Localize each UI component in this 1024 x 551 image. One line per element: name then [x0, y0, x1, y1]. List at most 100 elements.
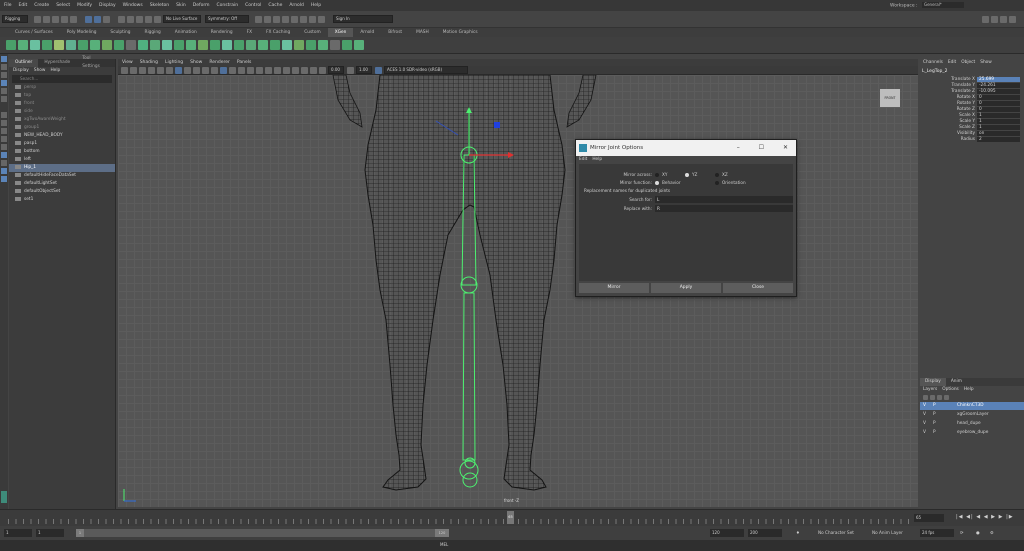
xgen-shelf-tool-29-icon[interactable]: [342, 40, 352, 50]
outliner-item[interactable]: side: [9, 108, 115, 116]
layer-name[interactable]: ChinknCT3D: [957, 402, 984, 410]
outliner-menu-display[interactable]: Display: [13, 67, 29, 74]
animation-start-field[interactable]: 1: [4, 529, 32, 537]
minimize-icon[interactable]: –: [737, 144, 740, 151]
color-management-icon[interactable]: [375, 66, 382, 74]
maximize-icon[interactable]: ☐: [759, 144, 764, 151]
current-time-indicator[interactable]: 65: [507, 511, 514, 524]
channel-menu-channels[interactable]: Channels: [923, 59, 943, 67]
outliner-layout-icon[interactable]: [1, 152, 7, 158]
xgen-shelf-tool-3-icon[interactable]: [30, 40, 40, 50]
menu-arnold[interactable]: Arnold: [289, 3, 304, 8]
xgen-shelf-tool-14-icon[interactable]: [162, 40, 172, 50]
viewport-front[interactable]: FRONT front -Z: [118, 75, 918, 507]
gamma-field[interactable]: 1.00: [356, 66, 372, 74]
xgen-shelf-tool-28-icon[interactable]: [330, 40, 340, 50]
layer-tab-display[interactable]: Display: [920, 378, 946, 386]
shelf-tab-fx[interactable]: FX: [240, 28, 259, 37]
channel-row[interactable]: Radius 2: [920, 137, 1024, 143]
xgen-shelf-tool-11-icon[interactable]: [126, 40, 136, 50]
xgen-shelf-tool-9-icon[interactable]: [102, 40, 112, 50]
snap-grid-icon[interactable]: [118, 15, 125, 23]
anim-layer-dropdown[interactable]: No Anim Layer: [872, 529, 903, 537]
xgen-shelf-tool-13-icon[interactable]: [150, 40, 160, 50]
exposure-icon[interactable]: [319, 66, 326, 74]
layer-menu-options[interactable]: Options: [942, 386, 959, 393]
outliner-item[interactable]: xgTwoAwareWeight: [9, 116, 115, 124]
outliner-item[interactable]: front: [9, 100, 115, 108]
viewport-menu-show[interactable]: Show: [190, 60, 202, 65]
scale-tool-icon[interactable]: [1, 96, 7, 102]
gate-mask-icon[interactable]: [202, 66, 209, 74]
render-frame-icon[interactable]: [273, 15, 280, 23]
current-frame-field[interactable]: 65: [914, 514, 944, 522]
dialog-titlebar[interactable]: Mirror Joint Options – ☐ ✕: [576, 140, 796, 156]
side-by-side-layout-icon[interactable]: [1, 128, 7, 134]
snap-point-icon[interactable]: [136, 15, 143, 23]
shelf-tab-sculpting[interactable]: Sculpting: [103, 28, 137, 37]
viewport-menu-lighting[interactable]: Lighting: [165, 60, 183, 65]
xgen-shelf-tool-8-icon[interactable]: [90, 40, 100, 50]
xgen-shelf-tool-7-icon[interactable]: [78, 40, 88, 50]
layer-playback-toggle[interactable]: P: [933, 429, 936, 437]
outliner-menu-show[interactable]: Show: [34, 67, 46, 74]
collapse-toolbox-icon[interactable]: [1, 491, 7, 503]
xgen-shelf-tool-25-icon[interactable]: [294, 40, 304, 50]
layer-playback-toggle[interactable]: P: [933, 420, 936, 428]
shelf-tab-bifrost[interactable]: Bifrost: [381, 28, 409, 37]
outliner-item[interactable]: set1: [9, 196, 115, 204]
channel-value-field[interactable]: 0: [977, 95, 1020, 100]
rotate-tool-icon[interactable]: [1, 88, 7, 94]
animation-end-field[interactable]: 200: [748, 529, 782, 537]
menu-help[interactable]: Help: [311, 3, 321, 8]
mirror-function-orientation-radio[interactable]: Orientation: [715, 180, 746, 185]
layer-row[interactable]: V P ChinknCT3D: [920, 402, 1024, 410]
lasso-tool-icon[interactable]: [1, 64, 7, 70]
xgen-shelf-tool-18-icon[interactable]: [210, 40, 220, 50]
channel-box-object-name[interactable]: L_LegTop_2: [920, 69, 1024, 74]
select-hierarchy-icon[interactable]: [85, 15, 92, 23]
motion-blur-icon[interactable]: [292, 66, 299, 74]
xgen-shelf-tool-26-icon[interactable]: [306, 40, 316, 50]
colorspace-dropdown[interactable]: ACES 1.0 SDR-video (sRGB): [384, 66, 468, 74]
shelf-tab-rendering[interactable]: Rendering: [204, 28, 240, 37]
outliner-tab-outliner[interactable]: Outliner: [9, 59, 39, 67]
view-cube[interactable]: FRONT: [880, 89, 900, 107]
channel-value-field[interactable]: 0: [977, 107, 1020, 112]
film-gate-icon[interactable]: [184, 66, 191, 74]
step-forward-key-icon[interactable]: |▶: [1006, 514, 1014, 520]
layer-name[interactable]: eyebrow_dupe: [957, 429, 988, 437]
channel-value-field[interactable]: 1: [977, 119, 1020, 124]
outliner-item[interactable]: persp: [9, 84, 115, 92]
outliner-tab-hypershade[interactable]: Hypershade: [38, 59, 76, 67]
play-forward-icon[interactable]: ▶: [991, 514, 996, 520]
outliner-item[interactable]: defaultLightSet: [9, 180, 115, 188]
custom-layout-icon[interactable]: [1, 160, 7, 166]
loop-icon[interactable]: ⟳: [960, 529, 964, 537]
layer-visibility-toggle[interactable]: V: [923, 411, 926, 419]
time-ruler[interactable]: [8, 512, 913, 524]
outliner-item[interactable]: Hip_1: [9, 164, 115, 172]
layer-menu-layers[interactable]: Layers: [923, 386, 937, 393]
xgen-shelf-tool-27-icon[interactable]: [318, 40, 328, 50]
sign-in-dropdown[interactable]: Sign In: [333, 15, 393, 23]
outliner-item[interactable]: NEW_HEAD_BODY: [9, 132, 115, 140]
menu-skin[interactable]: Skin: [176, 3, 186, 8]
depth-of-field-icon[interactable]: [310, 66, 317, 74]
outliner-tab-tool-settings[interactable]: Tool Settings: [76, 55, 115, 71]
uv-editor-layout-icon[interactable]: [1, 168, 7, 174]
anti-aliasing-icon[interactable]: [301, 66, 308, 74]
shelf-tab-rigging[interactable]: Rigging: [138, 28, 168, 37]
menu-edit[interactable]: Edit: [19, 3, 28, 8]
render-view-icon[interactable]: [264, 15, 271, 23]
fps-dropdown[interactable]: 24 fps: [920, 529, 954, 537]
symmetry-dropdown[interactable]: Symmetry: Off: [205, 15, 249, 23]
gamma-icon[interactable]: [347, 66, 354, 74]
apply-button[interactable]: Apply: [651, 283, 721, 293]
outliner-item[interactable]: bottom: [9, 148, 115, 156]
xgen-shelf-tool-12-icon[interactable]: [138, 40, 148, 50]
menu-deform[interactable]: Deform: [193, 3, 210, 8]
grid-icon[interactable]: [175, 66, 182, 74]
outliner-item[interactable]: left: [9, 156, 115, 164]
resolution-gate-icon[interactable]: [193, 66, 200, 74]
